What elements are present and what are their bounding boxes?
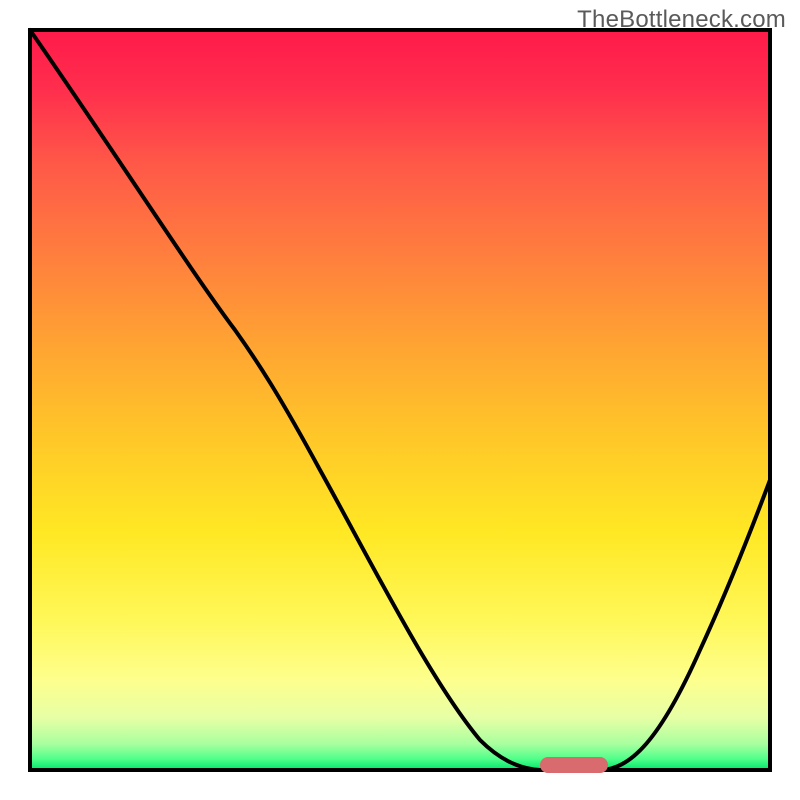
chart-container: TheBottleneck.com: [0, 0, 800, 800]
chart-svg: [0, 0, 800, 800]
plot-area-gradient: [30, 30, 770, 770]
watermark-text: TheBottleneck.com: [577, 6, 786, 34]
optimal-marker: [540, 757, 608, 773]
